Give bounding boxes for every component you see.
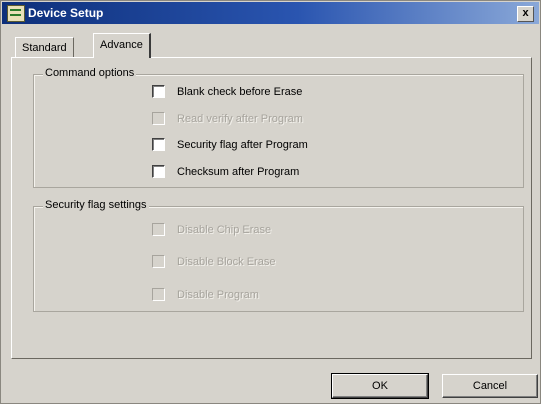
disable-program-option: Disable Program bbox=[152, 287, 259, 303]
option-label: Disable Program bbox=[177, 289, 259, 301]
checkbox bbox=[152, 222, 165, 236]
security-flag-option[interactable]: Security flag after Program bbox=[152, 137, 308, 153]
title-bar[interactable]: Device Setup x bbox=[2, 2, 539, 24]
blank-check-option[interactable]: Blank check before Erase bbox=[152, 84, 302, 100]
disable-chip-erase-option: Disable Chip Erase bbox=[152, 222, 271, 238]
app-icon bbox=[7, 5, 25, 22]
option-label: Security flag after Program bbox=[177, 139, 308, 151]
checkbox bbox=[152, 287, 165, 301]
checkbox[interactable] bbox=[152, 137, 165, 151]
close-button[interactable]: x bbox=[517, 6, 534, 22]
checksum-option[interactable]: Checksum after Program bbox=[152, 164, 299, 180]
tab-advance[interactable]: Advance bbox=[93, 33, 151, 58]
checkbox[interactable] bbox=[152, 84, 165, 98]
dialog-title: Device Setup bbox=[28, 6, 104, 20]
option-label: Read verify after Program bbox=[177, 113, 303, 125]
cancel-button[interactable]: Cancel bbox=[442, 374, 538, 398]
tab-standard[interactable]: Standard bbox=[15, 37, 74, 58]
checkbox bbox=[152, 254, 165, 268]
security-flag-settings-group: Security flag settings bbox=[33, 199, 524, 312]
read-verify-option: Read verify after Program bbox=[152, 111, 303, 127]
disable-block-erase-option: Disable Block Erase bbox=[152, 254, 275, 270]
group-label: Security flag settings bbox=[43, 199, 149, 211]
option-label: Blank check before Erase bbox=[177, 86, 303, 98]
group-label: Command options bbox=[43, 67, 137, 79]
option-label: Disable Chip Erase bbox=[177, 224, 272, 236]
checkbox[interactable] bbox=[152, 164, 165, 178]
option-label: Checksum after Program bbox=[177, 166, 300, 178]
option-label: Disable Block Erase bbox=[177, 256, 276, 268]
device-setup-dialog: Device Setup x Standard Advance Command … bbox=[0, 0, 541, 404]
ok-button[interactable]: OK bbox=[331, 373, 429, 399]
checkbox bbox=[152, 111, 165, 125]
